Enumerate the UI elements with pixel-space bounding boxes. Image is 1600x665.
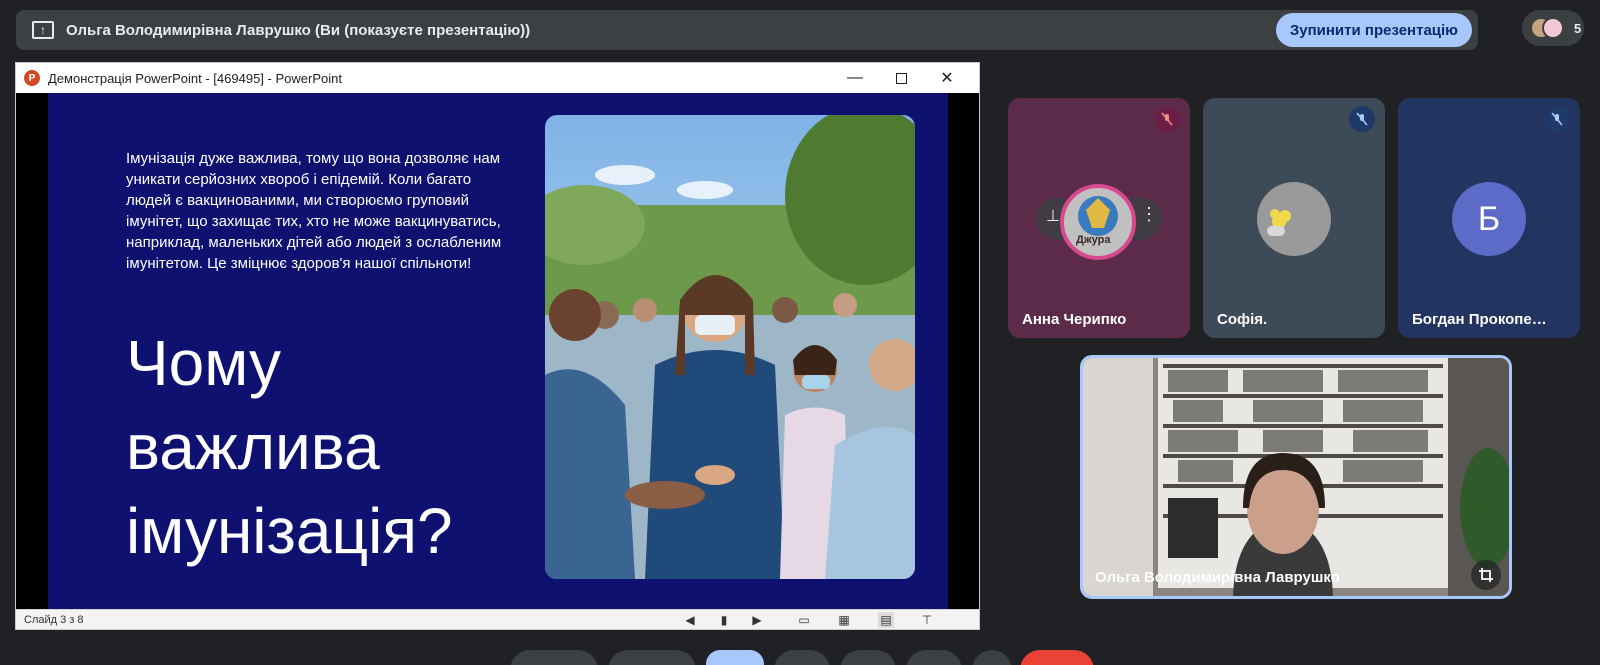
participant-name: Анна Черипко bbox=[1022, 311, 1127, 328]
more-options-icon[interactable]: ⋮ bbox=[1140, 204, 1158, 225]
slide-sorter-icon[interactable]: ▦ bbox=[836, 612, 852, 628]
avatar-initial: Б bbox=[1477, 199, 1501, 238]
stop-presenting-button[interactable]: Зупинити презентацію bbox=[1275, 13, 1472, 47]
toolbar-button[interactable] bbox=[774, 650, 830, 665]
slide-show-icon[interactable]: ⊤ bbox=[919, 612, 935, 628]
mic-off-icon bbox=[1349, 106, 1375, 132]
self-view-tile[interactable]: Ольга Володимирівна Лаврушко bbox=[1080, 355, 1512, 599]
avatar-label: Джура bbox=[1076, 234, 1111, 246]
heading-line: Чому bbox=[126, 327, 281, 399]
camera-background bbox=[1083, 358, 1509, 596]
pin-icon[interactable]: ⊥ bbox=[1046, 206, 1060, 226]
window-title: Демонстрація PowerPoint - [469495] - Pow… bbox=[48, 70, 342, 86]
avatar bbox=[1060, 184, 1136, 260]
participant-name: Софія. bbox=[1217, 311, 1268, 328]
heading-line: важлива bbox=[126, 411, 380, 483]
slide-heading: Чому важлива імунізація? bbox=[126, 321, 526, 573]
avatar bbox=[1542, 17, 1564, 39]
slide-paragraph: Імунізація дуже важлива, тому що вона до… bbox=[126, 150, 502, 272]
avatar bbox=[1257, 182, 1331, 256]
window-titlebar: P Демонстрація PowerPoint - [469495] - P… bbox=[16, 63, 979, 93]
toolbar-button[interactable] bbox=[608, 650, 696, 665]
previous-slide-icon[interactable]: ◀ bbox=[682, 612, 698, 628]
reading-view-icon[interactable]: ▤ bbox=[878, 612, 894, 628]
toolbar-button[interactable] bbox=[510, 650, 598, 665]
participant-name: Богдан Прокопе… bbox=[1412, 311, 1547, 328]
powerpoint-window: P Демонстрація PowerPoint - [469495] - P… bbox=[15, 62, 980, 630]
ppt-status-bar: Слайд 3 з 8 ◀ ▮ ▶ ▭ ▦ ▤ ⊤ bbox=[16, 609, 979, 629]
mic-off-icon bbox=[1544, 106, 1570, 132]
slide[interactable]: Імунізація дуже важлива, тому що вона до… bbox=[48, 93, 948, 609]
slide-menu-icon[interactable]: ▮ bbox=[716, 612, 732, 628]
self-name: Ольга Володимирівна Лаврушко bbox=[1095, 569, 1340, 586]
participant-tile[interactable]: Б Богдан Прокопе… bbox=[1398, 98, 1580, 338]
powerpoint-logo-icon: P bbox=[24, 70, 40, 86]
mic-off-icon bbox=[1154, 106, 1180, 132]
participant-tile[interactable]: Джура ⊥ ⋮ Анна Черипко bbox=[1008, 98, 1190, 338]
presenting-title: Ольга Володимирівна Лаврушко (Ви (показу… bbox=[66, 21, 531, 39]
participants-count: 5 bbox=[1574, 20, 1582, 36]
avatar: Б bbox=[1452, 182, 1526, 256]
participant-tile[interactable]: Софія. bbox=[1203, 98, 1385, 338]
toolbar-button[interactable] bbox=[706, 650, 764, 665]
maximize-button[interactable] bbox=[878, 63, 924, 93]
vaccination-photo bbox=[545, 115, 915, 579]
participants-button[interactable]: 5 bbox=[1522, 10, 1584, 46]
close-button[interactable]: ✕ bbox=[924, 63, 970, 93]
next-slide-icon[interactable]: ▶ bbox=[749, 612, 765, 628]
slide-area: Імунізація дуже важлива, тому що вона до… bbox=[16, 93, 979, 609]
toolbar-button[interactable] bbox=[840, 650, 896, 665]
leave-call-button[interactable] bbox=[1020, 650, 1094, 665]
meet-screen: ↑ Ольга Володимирівна Лаврушко (Ви (пока… bbox=[0, 0, 1600, 665]
slide-counter: Слайд 3 з 8 bbox=[24, 613, 84, 626]
minimize-button[interactable]: — bbox=[832, 63, 878, 93]
present-screen-icon: ↑ bbox=[32, 21, 54, 39]
normal-view-icon[interactable]: ▭ bbox=[796, 612, 812, 628]
toolbar-button[interactable] bbox=[972, 650, 1012, 665]
toolbar-button[interactable] bbox=[906, 650, 962, 665]
presenting-bar: ↑ Ольга Володимирівна Лаврушко (Ви (пока… bbox=[16, 10, 1478, 50]
heading-line: імунізація? bbox=[126, 495, 453, 567]
crop-icon[interactable] bbox=[1471, 560, 1501, 590]
